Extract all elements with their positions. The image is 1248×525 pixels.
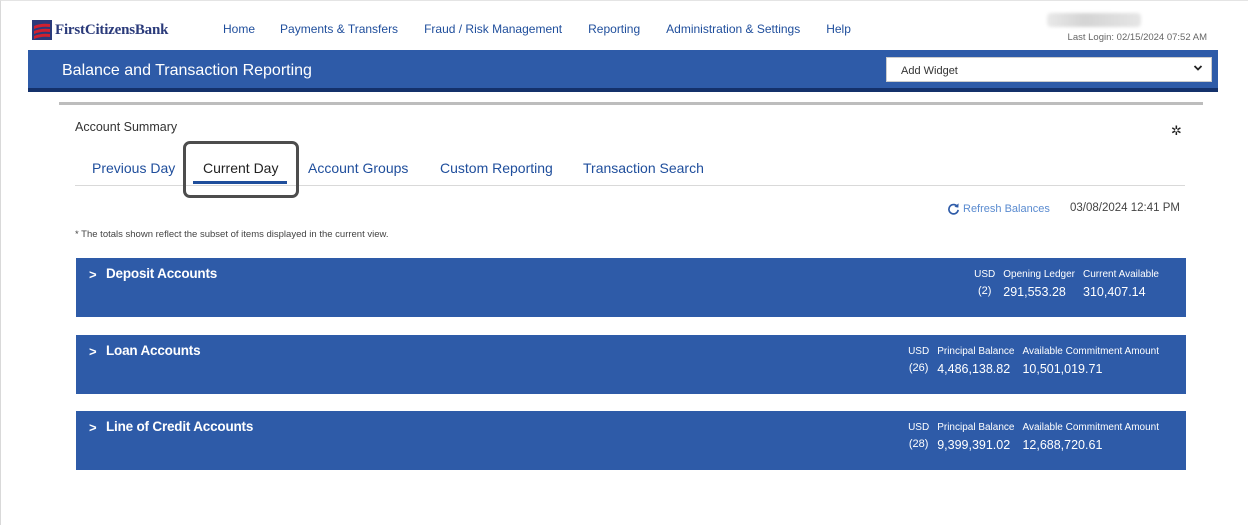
gear-icon[interactable]: ✲ <box>1171 123 1182 139</box>
currency-column: USD (2) <box>974 269 995 299</box>
tab-account-groups[interactable]: Account Groups <box>308 160 408 176</box>
totals-note: * The totals shown reflect the subset of… <box>75 229 389 240</box>
section-totals: USD (28) Principal Balance 9,399,391.02 … <box>900 422 1159 452</box>
bank-logo[interactable]: FirstCitizensBank <box>32 19 168 41</box>
column-label: Principal Balance <box>937 346 1015 357</box>
page-title: Balance and Transaction Reporting <box>62 62 312 79</box>
currency-code: USD <box>974 269 996 280</box>
chevron-right-icon: > <box>89 420 97 435</box>
section-totals: USD (2) Opening Ledger 291,553.28 Curren… <box>966 269 1159 299</box>
tab-transaction-search[interactable]: Transaction Search <box>583 160 704 176</box>
principal-balance-column: Principal Balance 4,486,138.82 <box>937 346 1014 376</box>
opening-ledger-column: Opening Ledger 291,553.28 <box>1003 269 1075 299</box>
add-widget-label: Add Widget <box>901 65 958 77</box>
user-name-redacted[interactable] <box>1047 13 1141 27</box>
page-header: Balance and Transaction Reporting Add Wi… <box>28 50 1218 92</box>
refresh-balances-label: Refresh Balances <box>963 202 1050 215</box>
section-name: Deposit Accounts <box>106 266 218 281</box>
last-login: Last Login: 02/15/2024 07:52 AM <box>1067 32 1207 43</box>
top-navigation: FirstCitizensBank Home Payments & Transf… <box>1 1 1248 57</box>
deposit-accounts-section[interactable]: > Deposit Accounts USD (2) Opening Ledge… <box>76 258 1186 317</box>
section-totals: USD (26) Principal Balance 4,486,138.82 … <box>900 346 1159 376</box>
nav-fraud-risk[interactable]: Fraud / Risk Management <box>424 22 562 36</box>
chevron-right-icon: > <box>89 267 97 282</box>
flag-logo-icon <box>32 20 52 40</box>
column-value: 310,407.14 <box>1083 285 1146 299</box>
column-label: Available Commitment Amount <box>1022 346 1159 357</box>
main-nav: Home Payments & Transfers Fraud / Risk M… <box>223 22 877 36</box>
account-count: (26) <box>908 362 929 374</box>
currency-column: USD (26) <box>908 346 929 376</box>
column-label: Opening Ledger <box>1003 269 1076 280</box>
column-label: Current Available <box>1083 269 1159 280</box>
available-commitment-column: Available Commitment Amount 12,688,720.6… <box>1022 422 1159 452</box>
nav-administration-settings[interactable]: Administration & Settings <box>666 22 800 36</box>
column-value: 10,501,019.71 <box>1022 362 1103 376</box>
nav-home[interactable]: Home <box>223 22 255 36</box>
account-count: (28) <box>908 438 929 450</box>
column-value: 291,553.28 <box>1003 285 1066 299</box>
refresh-icon <box>948 203 959 215</box>
loan-accounts-section[interactable]: > Loan Accounts USD (26) Principal Balan… <box>76 335 1186 394</box>
refresh-timestamp: 03/08/2024 12:41 PM <box>1070 202 1180 214</box>
column-value: 9,399,391.02 <box>937 438 1011 452</box>
nav-help[interactable]: Help <box>826 22 851 36</box>
add-widget-select[interactable]: Add Widget <box>886 57 1212 82</box>
section-divider <box>59 102 1203 105</box>
section-name: Loan Accounts <box>106 343 201 358</box>
section-name: Line of Credit Accounts <box>106 419 254 434</box>
column-label: Principal Balance <box>937 422 1015 433</box>
chevron-right-icon: > <box>89 344 97 359</box>
nav-payments-transfers[interactable]: Payments & Transfers <box>280 22 398 36</box>
column-value: 4,486,138.82 <box>937 362 1011 376</box>
tab-custom-reporting[interactable]: Custom Reporting <box>440 160 553 176</box>
app-frame: FirstCitizensBank Home Payments & Transf… <box>0 0 1248 525</box>
principal-balance-column: Principal Balance 9,399,391.02 <box>937 422 1014 452</box>
currency-code: USD <box>908 346 930 357</box>
line-of-credit-accounts-section[interactable]: > Line of Credit Accounts USD (28) Princ… <box>76 411 1186 470</box>
available-commitment-column: Available Commitment Amount 10,501,019.7… <box>1022 346 1159 376</box>
currency-code: USD <box>908 422 930 433</box>
annotation-highlight-box <box>183 141 299 198</box>
refresh-balances-link[interactable]: Refresh Balances <box>947 202 1050 215</box>
tab-previous-day[interactable]: Previous Day <box>92 160 175 176</box>
nav-reporting[interactable]: Reporting <box>588 22 640 36</box>
current-available-column: Current Available 310,407.14 <box>1083 269 1159 299</box>
currency-column: USD (28) <box>908 422 929 452</box>
column-value: 12,688,720.61 <box>1022 438 1103 452</box>
column-label: Available Commitment Amount <box>1022 422 1159 433</box>
account-count: (2) <box>977 285 992 297</box>
account-summary-title: Account Summary <box>75 120 178 134</box>
chevron-down-icon <box>1193 65 1203 71</box>
brand-name: FirstCitizensBank <box>55 21 169 38</box>
